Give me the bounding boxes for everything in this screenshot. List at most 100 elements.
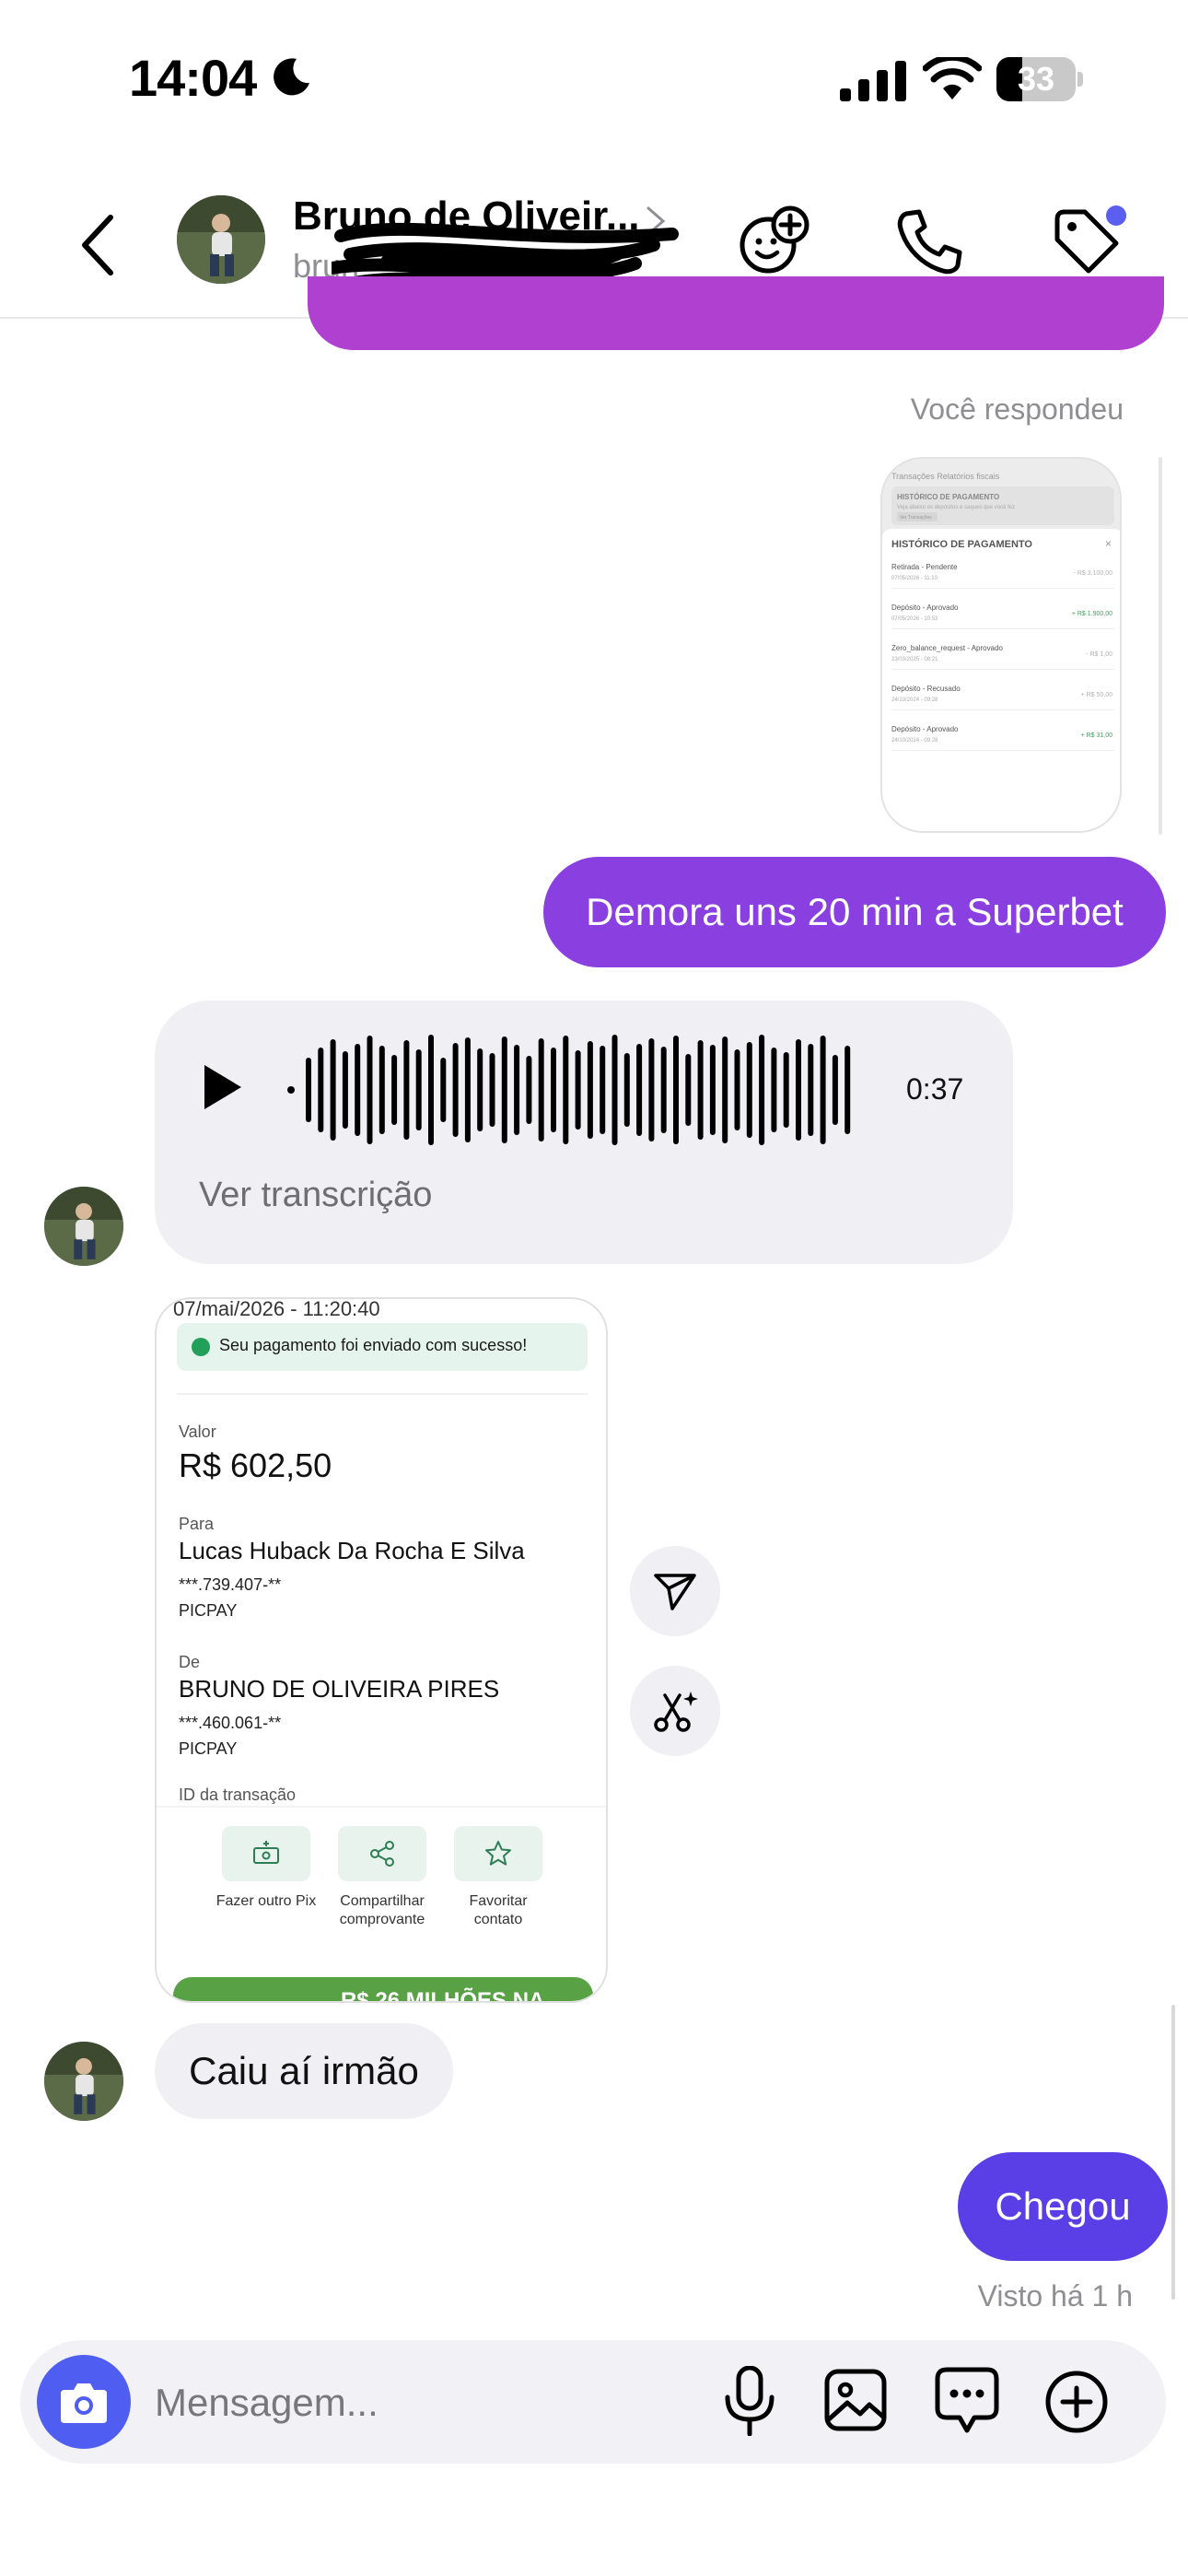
favorite-contact-label: Favoritar contato [469,1893,528,1927]
receipt-actions: Fazer outro Pix Compartilhar comprovante… [157,1806,606,1990]
thumb-row-date: 24/10/2024 - 09:28 [891,697,938,703]
share-button[interactable] [630,1546,720,1636]
ai-edit-icon [654,1692,698,1732]
svg-text:×: × [1105,537,1112,550]
thumb-row-amount: + R$ 50,00 [1081,692,1113,698]
scrollbar-thumb[interactable] [1171,2005,1175,2300]
thumb-page-title: HISTÓRICO DE PAGAMENTO [897,493,999,501]
voice-duration: 0:37 [906,1072,964,1106]
effects-icon[interactable] [737,205,810,278]
notification-dot [1106,205,1126,226]
previous-message-bubble[interactable] [308,276,1164,350]
scrollbar-track [1159,457,1162,835]
mic-icon[interactable] [724,2366,775,2436]
battery-percent: 33 [1017,60,1055,98]
waveform-bar [623,1053,630,1127]
waveform-bar [477,1048,483,1131]
favorite-contact-action[interactable]: Favoritar contato [448,1826,549,1929]
tag-icon[interactable] [1050,205,1127,278]
share-icon [370,1841,394,1867]
thumb-page-sub: Veja abaixo os depósitos e saques que vo… [897,505,1015,510]
sticker-icon[interactable] [934,2366,1000,2434]
thumb-row-title: Depósito - Recusado [891,685,961,693]
send-icon [654,1574,696,1610]
waveform-bar [709,1045,716,1135]
de-bank: PICPAY [179,1739,238,1758]
para-name: Lucas Huback Da Rocha E Silva [179,1537,525,1564]
waveform-bar [783,1052,789,1128]
incoming-message[interactable]: Caiu aí irmão [155,2023,453,2119]
thumb-row-amount: + R$ 1.900,00 [1072,611,1112,617]
audio-waveform[interactable] [285,1034,862,1146]
waveform-bar [587,1041,593,1139]
message-input[interactable] [155,2375,670,2430]
thumb-row-title: Zero_balance_request - Aprovado [891,644,1004,652]
waveform-bar [452,1043,459,1137]
shared-screenshot[interactable]: Transações Relatórios fiscais HISTÓRICO … [880,457,1122,833]
de-doc: ***.460.061-** [179,1714,282,1732]
share-receipt-action[interactable]: Compartilhar comprovante [332,1826,433,1929]
moon-icon [274,58,309,96]
pix-again-action[interactable]: Fazer outro Pix [215,1826,317,1911]
waveform-bar [808,1044,814,1136]
check-icon [192,1338,210,1356]
thumb-row-amount: + R$ 31,00 [1081,732,1113,739]
waveform-bar [660,1047,667,1133]
plus-icon[interactable] [1044,2370,1109,2434]
waveform-bar [771,1048,777,1132]
waveform-bar [636,1044,643,1136]
play-icon[interactable] [201,1061,245,1113]
waveform-bar [734,1049,740,1130]
view-transcript-link[interactable]: Ver transcrição [199,1176,432,1215]
status-time: 14:04 [129,49,257,107]
promo-banner-text: R$ 26 MILHÕES NA [341,1988,545,2003]
thumb-tabs: Transações Relatórios fiscais [891,472,1000,481]
waveform-bar [526,1056,532,1124]
cash-icon [253,1841,279,1864]
waveform-bar [820,1036,826,1144]
ai-edit-button[interactable] [630,1666,720,1756]
waveform-bar [367,1036,373,1144]
waveform-bar [514,1045,520,1135]
wifi-icon [923,57,982,100]
para-doc: ***.739.407-** [179,1575,282,1594]
gallery-icon[interactable] [823,2368,888,2432]
phone-icon[interactable] [893,205,967,278]
success-text: Seu pagamento foi enviado com sucesso! [219,1336,528,1354]
seen-status: Visto há 1 h [977,2279,1133,2313]
signal-icon [840,61,906,101]
waveform-bar [575,1050,581,1130]
waveform-bar [403,1040,410,1140]
camera-button[interactable] [37,2355,131,2449]
waveform-bar [746,1042,752,1138]
avatar[interactable] [177,195,265,284]
avatar[interactable] [44,1187,123,1266]
waveform-bar [440,1058,447,1122]
camera-icon [61,2383,107,2423]
waveform-bar [844,1046,851,1134]
para-label: Para [179,1515,215,1533]
waveform-bar [428,1035,434,1145]
thumb-row-title: Depósito - Aprovado [891,725,959,733]
waveform-bar [673,1036,679,1144]
outgoing-message[interactable]: Demora uns 20 min a Superbet [543,857,1166,967]
waveform-bar [330,1039,336,1141]
waveform-bar [379,1046,385,1134]
outgoing-message[interactable]: Chegou [958,2152,1168,2261]
waveform-bar [722,1036,728,1143]
valor-label: Valor [179,1423,216,1441]
star-icon [485,1841,511,1866]
payment-receipt-image[interactable]: 07/mai/2026 - 11:20:40 Seu pagamento foi… [155,1297,608,2003]
para-bank: PICPAY [179,1601,238,1620]
de-name: BRUNO DE OLIVEIRA PIRES [179,1675,500,1703]
thumb-row-date: 07/05/2026 - 11:10 [891,576,938,581]
avatar[interactable] [44,2042,123,2121]
waveform-bar [306,1058,311,1122]
waveform-bar [600,1046,606,1134]
waveform-bar [464,1037,471,1142]
thumb-sheet-title: HISTÓRICO DE PAGAMENTO [891,538,1032,550]
waveform-bar [501,1036,507,1143]
waveform-bar [697,1040,704,1140]
success-banner: Seu pagamento foi enviado com sucesso! [177,1323,588,1371]
back-chevron-icon[interactable] [76,212,120,278]
